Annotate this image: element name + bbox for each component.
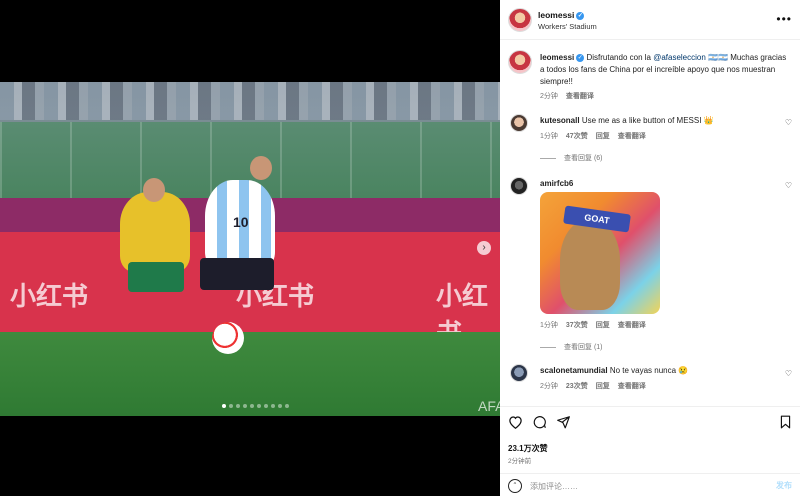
carousel-dots <box>222 404 289 408</box>
caption-translate-link[interactable]: 查看翻译 <box>566 91 594 101</box>
carousel-dot[interactable] <box>236 404 240 408</box>
carousel-dot[interactable] <box>222 404 226 408</box>
carousel-dot[interactable] <box>264 404 268 408</box>
comment-text: Use me as a like button of MESSI <box>581 116 702 125</box>
comment-input[interactable] <box>530 479 750 493</box>
view-replies-label[interactable]: 查看回复 (6) <box>564 153 603 163</box>
caption-mention[interactable]: @afaseleccion <box>653 53 706 62</box>
post-caption: leomessi ✓ Disfrutando con la @afaselecci… <box>540 52 790 88</box>
comment-username[interactable]: amirfcb6 <box>540 179 573 188</box>
comment-emoji: 👑 <box>703 116 714 125</box>
commenter-avatar[interactable] <box>510 114 528 132</box>
comment-image-goat[interactable]: GOAT <box>540 192 660 314</box>
comment-translate-link[interactable]: 查看翻译 <box>618 381 646 391</box>
player-australia-shorts <box>128 262 184 292</box>
comment-username[interactable]: scalonetamundial <box>540 366 608 375</box>
author-username[interactable]: leomessi ✓ <box>538 10 585 20</box>
caption-flags: 🇦🇷🇦🇷 <box>708 53 728 62</box>
carousel-dot[interactable] <box>250 404 254 408</box>
comment-likes[interactable]: 37次赞 <box>566 320 588 330</box>
post-header: leomessi ✓ Workers' Stadium ••• <box>500 0 800 40</box>
carousel-dot[interactable] <box>229 404 233 408</box>
stadium-stands <box>0 82 500 120</box>
like-heart-icon[interactable] <box>508 415 523 433</box>
post-actions: 23.1万次赞 2分钟前 ᵔ 发布 <box>500 406 800 496</box>
view-replies[interactable]: 查看回复 (1) <box>540 342 603 352</box>
view-replies-label[interactable]: 查看回复 (1) <box>564 342 603 352</box>
comment-body: kutesonall Use me as a like button of ME… <box>540 116 770 125</box>
comment-like-icon[interactable]: ♡ <box>785 118 792 127</box>
goat-figure <box>560 220 620 310</box>
comment-time: 1分钟 <box>540 133 558 140</box>
post-media-panel: 小红书 小红书 小红书 10 › AFA <box>0 0 504 496</box>
ad-text: 小红书 <box>10 281 89 311</box>
comment-text: No te vayas nunca <box>609 366 677 375</box>
commenter-avatar[interactable] <box>510 364 528 382</box>
more-options-icon[interactable]: ••• <box>776 12 792 26</box>
caption-text-pre: Disfrutando con la <box>586 53 651 62</box>
replies-divider <box>540 157 556 159</box>
comment-meta: 1分钟 37次赞 回复 查看翻译 <box>540 320 646 330</box>
like-count[interactable]: 23.1万次赞 <box>508 443 548 454</box>
comment-icon[interactable] <box>532 415 547 433</box>
caption-time: 2分钟 <box>540 93 558 100</box>
comment-likes[interactable]: 47次赞 <box>566 131 588 141</box>
comment-translate-link[interactable]: 查看翻译 <box>618 320 646 330</box>
carousel-next-icon[interactable]: › <box>477 241 491 255</box>
post-side-panel: leomessi ✓ Workers' Stadium ••• leomessi ✓… <box>500 0 800 496</box>
player-argentina: 10 <box>205 180 275 270</box>
author-name[interactable]: leomessi <box>538 10 574 20</box>
comment-reply-link[interactable]: 回复 <box>596 381 610 391</box>
post-photo[interactable]: 小红书 小红书 小红书 10 <box>0 82 500 416</box>
comment-body: amirfcb6 <box>540 179 770 188</box>
comment-meta: 1分钟 47次赞 回复 查看翻译 <box>540 131 646 141</box>
football <box>212 322 244 354</box>
verified-icon: ✓ <box>576 11 585 20</box>
comment-like-icon[interactable]: ♡ <box>785 181 792 190</box>
player-head <box>250 156 272 180</box>
comment-username[interactable]: kutesonall <box>540 116 580 125</box>
player-argentina-shorts <box>200 258 274 290</box>
commenter-avatar[interactable] <box>510 177 528 195</box>
replies-divider <box>540 346 556 348</box>
comment-like-icon[interactable]: ♡ <box>785 369 792 378</box>
bookmark-icon[interactable] <box>779 415 792 433</box>
player-head <box>143 178 165 202</box>
caption-meta: 2分钟 查看翻译 <box>540 91 594 101</box>
post-time: 2分钟前 <box>508 458 532 465</box>
player-australia <box>120 192 190 272</box>
comment-emoji: 😢 <box>678 366 689 375</box>
post-comment-button[interactable]: 发布 <box>776 480 792 491</box>
verified-icon: ✓ <box>576 53 585 62</box>
caption-username[interactable]: leomessi <box>540 53 574 62</box>
comment-body: scalonetamundial No te vayas nunca 😢 <box>540 366 770 375</box>
comment-time: 2分钟 <box>540 383 558 390</box>
jersey-number: 10 <box>233 214 249 230</box>
carousel-dot[interactable] <box>285 404 289 408</box>
carousel-dot[interactable] <box>278 404 282 408</box>
comment-reply-link[interactable]: 回复 <box>596 131 610 141</box>
post-location[interactable]: Workers' Stadium <box>538 22 597 31</box>
author-avatar[interactable] <box>508 8 532 32</box>
share-icon[interactable] <box>556 415 571 433</box>
carousel-dot[interactable] <box>243 404 247 408</box>
add-comment-bar: ᵔ 发布 <box>500 473 800 497</box>
view-replies[interactable]: 查看回复 (6) <box>540 153 603 163</box>
comment-likes[interactable]: 23次赞 <box>566 381 588 391</box>
comment-translate-link[interactable]: 查看翻译 <box>618 131 646 141</box>
carousel-dot[interactable] <box>257 404 261 408</box>
comment-time: 1分钟 <box>540 322 558 329</box>
caption-avatar[interactable] <box>508 50 532 74</box>
comment-meta: 2分钟 23次赞 回复 查看翻译 <box>540 381 646 391</box>
comment-reply-link[interactable]: 回复 <box>596 320 610 330</box>
emoji-icon[interactable]: ᵔ <box>508 479 522 493</box>
carousel-dot[interactable] <box>271 404 275 408</box>
